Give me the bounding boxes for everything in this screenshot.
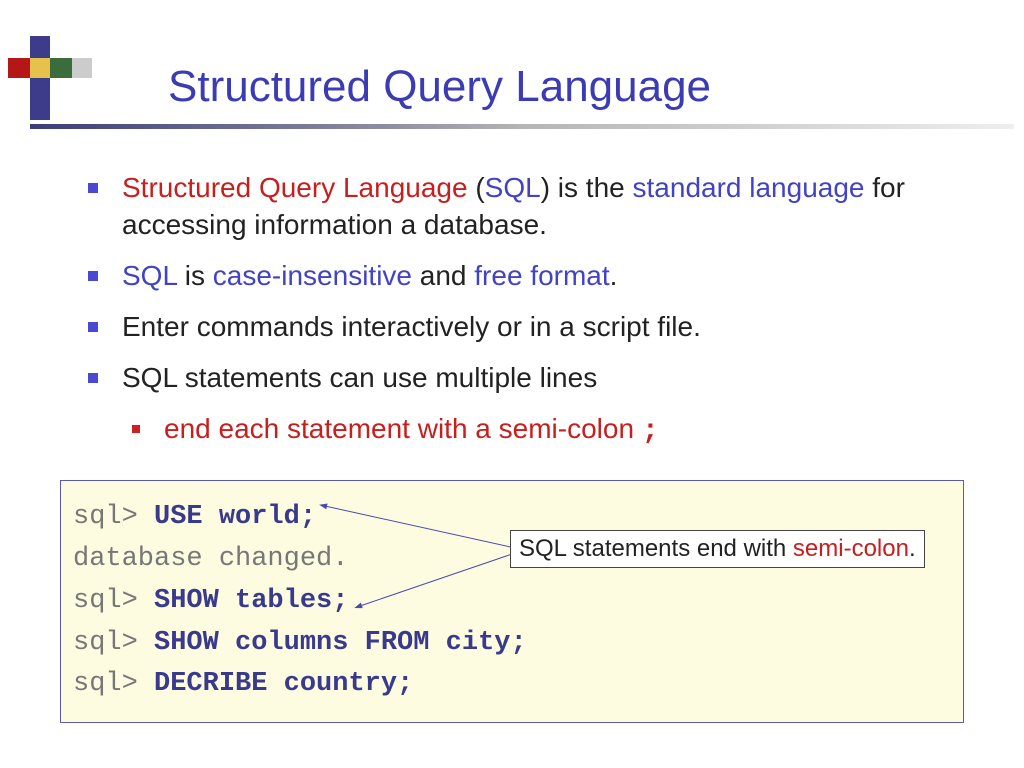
code-line-4: sql> SHOW columns FROM city; (73, 623, 951, 665)
bullet-2: SQL is case-insensitive and free format. (74, 258, 984, 295)
bullet-1: Structured Query Language (SQL) is the s… (74, 170, 984, 244)
callout-box: SQL statements end with semi-colon. (510, 530, 925, 568)
slide-content: Structured Query Language (SQL) is the s… (74, 170, 984, 465)
sub-bullet-1: end each statement with a semi-colon ; (74, 411, 984, 451)
bullet-3: Enter commands interactively or in a scr… (74, 309, 984, 346)
code-box: sql> USE world; database changed. sql> S… (60, 480, 964, 723)
slide-title: Structured Query Language (168, 62, 994, 112)
text-std-lang: standard language (633, 172, 865, 203)
text-sql-abbr: SQL (485, 172, 541, 203)
text-sql-full: Structured Query Language (122, 172, 468, 203)
code-line-3: sql> SHOW tables; (73, 581, 951, 623)
code-line-5: sql> DECRIBE country; (73, 664, 951, 706)
title-underline (30, 124, 1014, 129)
bullet-4: SQL statements can use multiple lines (74, 360, 984, 397)
title-row: Structured Query Language (168, 62, 994, 116)
